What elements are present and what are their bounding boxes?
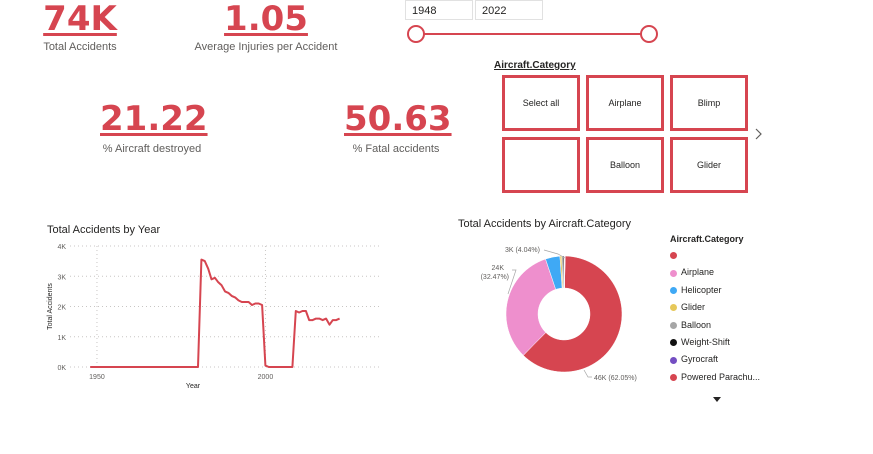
tile-glider[interactable]: Glider (670, 137, 748, 193)
legend-item[interactable]: Helicopter (670, 285, 722, 295)
tile-blimp[interactable]: Blimp (670, 75, 748, 131)
legend-label: Glider (681, 302, 706, 313)
pct-fatal-value: 50.63 (344, 99, 452, 139)
legend-marker (670, 321, 677, 329)
legend-title: Aircraft.Category (670, 234, 744, 244)
legend-item[interactable]: Gyrocraft (670, 354, 718, 364)
legend-label: Powered Parachu... (681, 371, 761, 382)
year-range-track[interactable] (416, 33, 648, 35)
x-tick-label: 1950 (89, 374, 105, 381)
y-axis-title: Total Accidents (47, 283, 54, 330)
legend-marker (670, 339, 677, 347)
legend-item[interactable]: Airplane (670, 267, 714, 277)
data-label-main: 46K (62.05%) (594, 375, 637, 382)
data-label-airplane-value: 24K (492, 265, 505, 272)
legend-label: Balloon (681, 319, 712, 330)
legend-item[interactable]: Weight-Shift (670, 337, 730, 347)
y-tick-label: 0K (57, 365, 66, 372)
pct-fatal-label: % Fatal accidents (352, 143, 440, 155)
pct-destroyed-label: % Aircraft destroyed (102, 143, 202, 155)
legend-marker (670, 269, 677, 277)
legend-marker (670, 252, 677, 260)
total-accidents-label: Total Accidents (43, 41, 117, 53)
legend-marker (670, 373, 677, 381)
legend-item[interactable]: Glider (670, 302, 705, 312)
legend-marker (670, 304, 677, 312)
year-end-input[interactable]: 2022 (475, 0, 543, 20)
legend-item[interactable]: Balloon (670, 320, 711, 330)
y-tick-label: 3K (57, 274, 66, 281)
tile-blank[interactable] (502, 137, 580, 193)
donut-chart-title: Total Accidents by Aircraft.Category (458, 218, 632, 230)
year-start-input[interactable]: 1948 (405, 0, 473, 20)
year-range-end-handle[interactable] (640, 25, 658, 43)
year-range-start-handle[interactable] (407, 25, 425, 43)
legend-marker (670, 356, 677, 364)
y-tick-label: 1K (57, 335, 66, 342)
x-tick-label: 2000 (258, 374, 274, 381)
line-chart-title: Total Accidents by Year (47, 224, 161, 236)
data-label-airplane-pct: (32.47%) (481, 274, 509, 281)
legend-label: Airplane (681, 267, 715, 278)
avg-injuries-value: 1.05 (224, 0, 308, 39)
x-axis-title: Year (186, 383, 201, 390)
data-label-helicopter: 3K (4.04%) (505, 247, 540, 254)
leader-line (583, 369, 592, 378)
y-tick-label: 2K (57, 305, 66, 312)
legend-label: Gyrocraft (681, 354, 719, 365)
legend-label: Weight-Shift (681, 337, 730, 347)
donut-chart[interactable]: 3K (4.04%) 24K (32.47%) 46K (62.05%) (460, 236, 665, 386)
category-slicer-title: Aircraft.Category (494, 60, 576, 71)
legend-item[interactable] (670, 250, 681, 260)
legend-label: Helicopter (681, 284, 722, 295)
chevron-right-icon[interactable] (754, 126, 764, 145)
accidents-series-line[interactable] (90, 258, 341, 368)
line-chart[interactable]: 4K 3K 2K 1K 0K 1950 2000 Year Total Accidents (40, 236, 385, 396)
pct-destroyed-value: 21.22 (100, 99, 208, 139)
total-accidents-value: 74K (43, 0, 117, 39)
legend-marker (670, 286, 677, 294)
legend-item[interactable]: Powered Parachu... (670, 372, 760, 382)
y-tick-label: 4K (57, 244, 66, 251)
tile-airplane[interactable]: Airplane (586, 75, 664, 131)
caret-down-icon[interactable] (712, 388, 722, 407)
tile-balloon[interactable]: Balloon (586, 137, 664, 193)
avg-injuries-label: Average Injuries per Accident (194, 41, 338, 53)
tile-select-all[interactable]: Select all (502, 75, 580, 131)
